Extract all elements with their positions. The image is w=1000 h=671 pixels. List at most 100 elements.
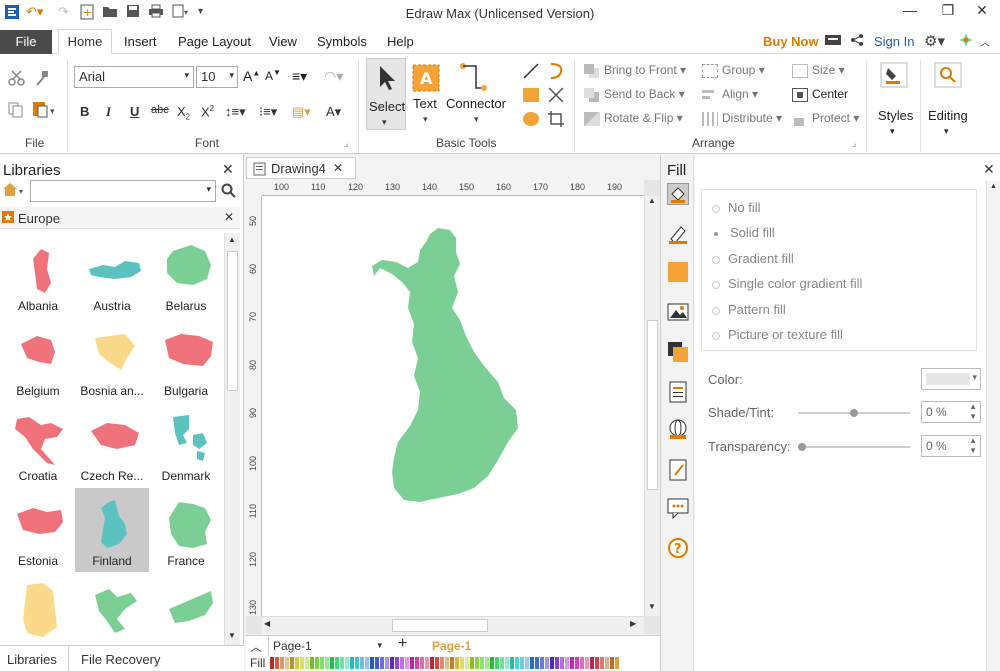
palette-swatch[interactable] bbox=[320, 657, 324, 669]
library-item[interactable]: Bulgaria bbox=[149, 318, 223, 402]
bullets-icon[interactable]: ⁝≡▾ bbox=[259, 104, 277, 120]
tab-help[interactable]: Help bbox=[387, 34, 414, 49]
palette-swatch[interactable] bbox=[300, 657, 304, 669]
fill-option-no-fill[interactable]: No fill bbox=[712, 200, 761, 215]
palette-swatch[interactable] bbox=[410, 657, 414, 669]
line-spacing-icon[interactable]: ↕≡▾ bbox=[225, 104, 246, 120]
scroll-up-icon[interactable]: ▲ bbox=[990, 183, 997, 190]
scroll-up-icon[interactable]: ▲ bbox=[228, 235, 236, 244]
close-icon[interactable]: ✕ bbox=[222, 161, 234, 178]
collapse-ribbon-icon[interactable]: ︿ bbox=[980, 34, 990, 52]
palette-swatch[interactable] bbox=[470, 657, 474, 669]
color-picker[interactable]: ▾ bbox=[921, 368, 981, 390]
fill-option-pattern-fill[interactable]: Pattern fill bbox=[712, 302, 786, 317]
palette-swatch[interactable] bbox=[595, 657, 599, 669]
palette-swatch[interactable] bbox=[540, 657, 544, 669]
highlight-icon[interactable]: ▤▾ bbox=[292, 104, 311, 120]
cut-icon[interactable] bbox=[8, 70, 26, 89]
tab-home[interactable]: Home bbox=[58, 29, 112, 55]
drawing-page[interactable] bbox=[262, 196, 644, 616]
palette-swatch[interactable] bbox=[600, 657, 604, 669]
palette-swatch[interactable] bbox=[420, 657, 424, 669]
library-item[interactable]: France bbox=[149, 488, 223, 572]
page-panel-icon[interactable] bbox=[667, 381, 689, 403]
note-panel-icon[interactable] bbox=[667, 459, 689, 481]
comment-panel-icon[interactable] bbox=[667, 497, 689, 520]
home-icon[interactable]: ▾ bbox=[2, 182, 28, 201]
font-size-select[interactable]: 10 ▾ bbox=[196, 66, 238, 88]
canvas-vertical-scrollbar[interactable]: ▲ ▼ bbox=[644, 196, 660, 616]
palette-swatch[interactable] bbox=[295, 657, 299, 669]
fill-option-picture-texture[interactable]: Picture or texture fill bbox=[712, 327, 843, 342]
color-palette[interactable] bbox=[270, 657, 620, 669]
hyperlink-panel-icon[interactable] bbox=[667, 419, 689, 441]
line-tool-icon[interactable] bbox=[522, 62, 540, 83]
scrollbar-thumb[interactable] bbox=[392, 619, 488, 632]
scrollbar-thumb[interactable] bbox=[647, 320, 658, 490]
send-to-back-button[interactable]: Send to Back ▾ bbox=[584, 87, 685, 102]
tab-insert[interactable]: Insert bbox=[124, 34, 157, 49]
sign-in-link[interactable]: Sign In bbox=[874, 34, 914, 49]
palette-swatch[interactable] bbox=[380, 657, 384, 669]
styles-button[interactable]: Styles ▾ bbox=[874, 60, 916, 140]
transparency-stepper[interactable]: 0 % ▲ ▼ bbox=[921, 435, 981, 457]
share-icon[interactable] bbox=[850, 33, 864, 51]
palette-swatch[interactable] bbox=[575, 657, 579, 669]
palette-swatch[interactable] bbox=[610, 657, 614, 669]
library-scrollbar[interactable]: ▲ ▼ bbox=[224, 233, 240, 645]
library-item[interactable]: Finland bbox=[75, 488, 149, 572]
scroll-left-icon[interactable]: ◀ bbox=[264, 619, 270, 628]
close-tab-icon[interactable]: ✕ bbox=[333, 161, 343, 175]
transparency-slider[interactable] bbox=[798, 443, 910, 451]
strikethrough-icon[interactable]: abc bbox=[151, 104, 169, 116]
group-button[interactable]: Group ▾ bbox=[702, 63, 765, 78]
scrollbar-thumb[interactable] bbox=[227, 251, 238, 391]
restore-button[interactable]: ❐ bbox=[936, 2, 960, 22]
palette-swatch[interactable] bbox=[475, 657, 479, 669]
minimize-button[interactable]: — bbox=[898, 2, 922, 22]
align-text-icon[interactable]: ≡▾ bbox=[292, 68, 307, 85]
page-tab[interactable]: Page-1 bbox=[432, 639, 471, 653]
tab-file[interactable]: File bbox=[0, 30, 52, 54]
palette-swatch[interactable] bbox=[615, 657, 619, 669]
image-panel-icon[interactable] bbox=[667, 301, 689, 323]
text-tool-button[interactable]: A Text ▾ bbox=[410, 62, 444, 132]
bring-to-front-button[interactable]: Bring to Front ▾ bbox=[584, 63, 686, 78]
slider-knob[interactable] bbox=[850, 409, 858, 417]
palette-swatch[interactable] bbox=[435, 657, 439, 669]
palette-swatch[interactable] bbox=[375, 657, 379, 669]
library-item[interactable]: Croatia bbox=[1, 403, 75, 487]
fill-option-gradient-fill[interactable]: Gradient fill bbox=[712, 251, 794, 266]
help-panel-icon[interactable]: ? bbox=[667, 537, 689, 559]
layer-panel-icon[interactable] bbox=[667, 341, 689, 363]
tab-view[interactable]: View bbox=[269, 34, 297, 49]
document-tab[interactable]: Drawing4 ✕ bbox=[246, 157, 356, 179]
finland-shape[interactable] bbox=[262, 196, 644, 616]
stepper-arrows-icon[interactable]: ▲ ▼ bbox=[969, 402, 977, 422]
palette-swatch[interactable] bbox=[460, 657, 464, 669]
fill-option-solid-fill[interactable]: Solid fill bbox=[712, 225, 775, 240]
palette-swatch[interactable] bbox=[415, 657, 419, 669]
select-tool-button[interactable]: Select ▾ bbox=[366, 58, 406, 130]
close-window-button[interactable]: ✕ bbox=[970, 2, 994, 22]
scroll-down-icon[interactable]: ▼ bbox=[648, 602, 656, 611]
palette-swatch[interactable] bbox=[515, 657, 519, 669]
palette-swatch[interactable] bbox=[280, 657, 284, 669]
footer-tab-file-recovery[interactable]: File Recovery bbox=[81, 652, 160, 667]
palette-swatch[interactable] bbox=[440, 657, 444, 669]
shrink-font-icon[interactable]: A▼ bbox=[265, 68, 281, 83]
search-icon[interactable] bbox=[221, 183, 237, 202]
tab-symbols[interactable]: Symbols bbox=[317, 34, 367, 49]
palette-swatch[interactable] bbox=[580, 657, 584, 669]
palette-swatch[interactable] bbox=[390, 657, 394, 669]
palette-swatch[interactable] bbox=[560, 657, 564, 669]
library-item[interactable]: Bosnia an... bbox=[75, 318, 149, 402]
library-item[interactable]: Czech Re... bbox=[75, 403, 149, 487]
cart-icon[interactable] bbox=[824, 33, 842, 51]
editing-button[interactable]: Editing ▾ bbox=[926, 60, 974, 140]
palette-swatch[interactable] bbox=[385, 657, 389, 669]
palette-swatch[interactable] bbox=[520, 657, 524, 669]
ellipse-tool-icon[interactable] bbox=[522, 110, 540, 131]
page-select[interactable]: Page-1 ▾ bbox=[268, 637, 386, 655]
subscript-icon[interactable]: X2 bbox=[177, 104, 190, 122]
